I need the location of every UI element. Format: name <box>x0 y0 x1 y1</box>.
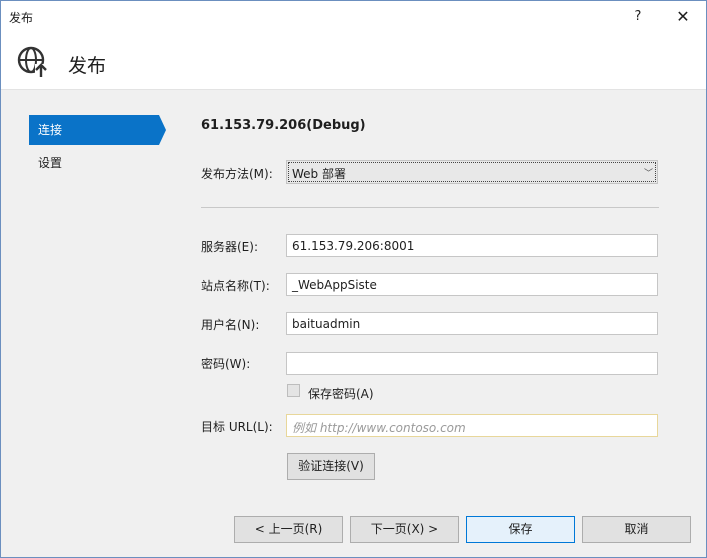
password-label: 密码(W): <box>201 357 251 371</box>
chevron-down-icon: ﹀ <box>643 169 653 179</box>
target-url-label: 目标 URL(L): <box>201 420 273 434</box>
site-name-label: 站点名称(T): <box>201 279 270 293</box>
cancel-button[interactable]: 取消 <box>582 516 691 543</box>
validate-connection-button[interactable]: 验证连接(V) <box>287 453 375 480</box>
publish-dialog: 发布 ? ✕ 发布 连接 设置 61.153.79.206(Debug) 发布方… <box>0 0 707 558</box>
server-label: 服务器(E): <box>201 240 258 254</box>
save-button[interactable]: 保存 <box>466 516 575 543</box>
next-button[interactable]: 下一页(X) > <box>350 516 459 543</box>
close-button[interactable]: ✕ <box>671 6 695 28</box>
window-title: 发布 <box>9 11 34 25</box>
header-title: 发布 <box>68 55 107 77</box>
password-input[interactable] <box>286 352 658 375</box>
active-nav-arrow <box>159 115 166 145</box>
sidebar-item-connection[interactable]: 连接 <box>29 115 159 145</box>
target-url-input[interactable]: 例如 http://www.contoso.com <box>286 414 658 437</box>
username-input[interactable]: baituadmin <box>286 312 658 335</box>
site-name-input[interactable]: _WebAppSiste <box>286 273 658 296</box>
save-password-label: 保存密码(A) <box>308 387 374 401</box>
username-label: 用户名(N): <box>201 318 260 332</box>
previous-button[interactable]: < 上一页(R) <box>234 516 343 543</box>
server-input[interactable]: 61.153.79.206:8001 <box>286 234 658 257</box>
divider <box>201 207 659 208</box>
publish-method-label: 发布方法(M): <box>201 167 273 181</box>
profile-title: 61.153.79.206(Debug) <box>201 118 366 133</box>
sidebar-item-settings[interactable]: 设置 <box>29 148 159 178</box>
title-bar: 发布 ? ✕ <box>1 1 706 33</box>
publish-method-select[interactable]: Web 部署 ﹀ <box>286 160 658 184</box>
help-button[interactable]: ? <box>627 6 649 28</box>
publish-method-value: Web 部署 <box>292 167 346 181</box>
globe-publish-icon <box>17 46 49 79</box>
dialog-header: 发布 <box>1 33 706 90</box>
save-password-checkbox[interactable] <box>287 384 300 397</box>
